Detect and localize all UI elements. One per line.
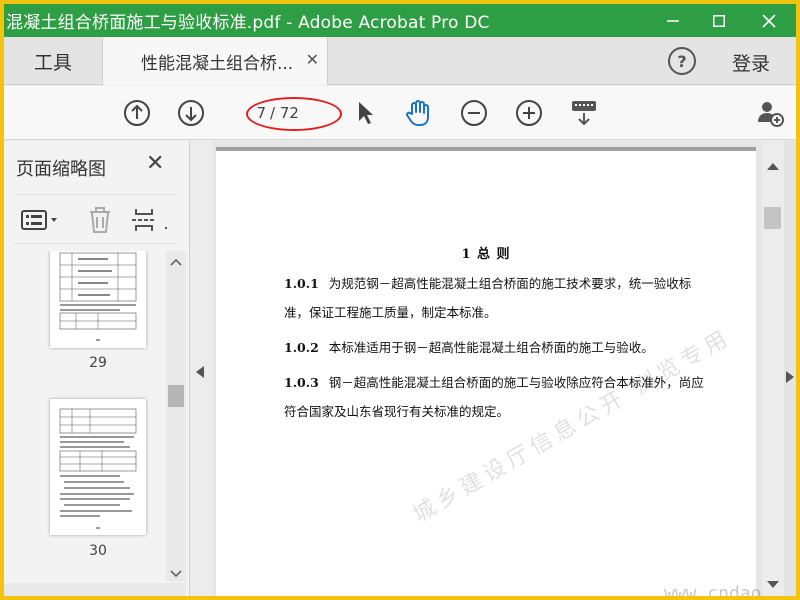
expand-right-pane-icon[interactable] bbox=[786, 371, 794, 383]
select-tool-button[interactable] bbox=[349, 97, 381, 129]
maximize-button[interactable] bbox=[696, 4, 742, 37]
pdf-page: 1 总 则 1.0.1 为规范钢－超高性能混凝土组合桥面的施工技术要求，统一验收标… bbox=[216, 147, 762, 596]
document-view[interactable]: 1 总 则 1.0.1 为规范钢－超高性能混凝土组合桥面的施工技术要求，统一验收标… bbox=[213, 141, 762, 596]
thumbnail-list: 29 30 bbox=[4, 251, 164, 596]
maximize-icon bbox=[713, 14, 725, 27]
panel-toolbar bbox=[14, 194, 176, 244]
close-window-button[interactable] bbox=[746, 4, 792, 37]
scroll-up-icon bbox=[170, 258, 182, 266]
next-page-button[interactable] bbox=[175, 97, 207, 129]
tab-bar: 工具 性能混凝土组合桥... ✕ ? 登录 bbox=[4, 37, 796, 85]
scroll-down-icon bbox=[170, 570, 182, 578]
document-scrollbar[interactable] bbox=[762, 141, 784, 596]
thumbnails-panel: 页面缩略图 ✕ 29 30 bbox=[4, 141, 190, 596]
prev-page-button[interactable] bbox=[121, 97, 153, 129]
page-29-preview bbox=[59, 252, 137, 341]
close-panel-icon[interactable]: ✕ bbox=[146, 151, 164, 176]
add-user-icon bbox=[758, 102, 784, 127]
thumbnail-page-29[interactable] bbox=[50, 251, 146, 348]
tab-document[interactable]: 性能混凝土组合桥... ✕ bbox=[102, 37, 328, 85]
document-scroll-thumb[interactable] bbox=[764, 207, 781, 229]
thumbnail-page-30[interactable] bbox=[50, 399, 146, 535]
close-tab-icon[interactable]: ✕ bbox=[306, 50, 319, 69]
thumbnail-label-30: 30 bbox=[89, 543, 107, 559]
close-icon bbox=[762, 13, 776, 28]
zoom-out-button[interactable] bbox=[458, 97, 490, 129]
hand-tool-icon bbox=[406, 100, 429, 126]
thumbnail-hscrollbar[interactable] bbox=[4, 583, 186, 596]
paragraph-text: 为规范钢－超高性能混凝土组合桥面的施工技术要求，统一验收标准，保证工程施工质量，… bbox=[284, 276, 692, 320]
select-tool-icon bbox=[359, 102, 373, 124]
paragraph-number: 1.0.3 bbox=[284, 375, 319, 390]
zoom-out-icon bbox=[461, 100, 487, 126]
paragraph-1: 1.0.1 为规范钢－超高性能混凝土组合桥面的施工技术要求，统一验收标准，保证工程… bbox=[284, 269, 704, 327]
page-number-input[interactable] bbox=[244, 101, 266, 125]
thumbnail-scrollbar[interactable] bbox=[166, 251, 186, 581]
total-pages: / 72 bbox=[270, 104, 299, 122]
tab-document-label: 性能混凝土组合桥... bbox=[141, 53, 294, 74]
split-page-button[interactable] bbox=[130, 205, 170, 235]
minimize-icon bbox=[667, 19, 679, 22]
site-watermark: www.cndao.com bbox=[664, 583, 762, 596]
hand-tool-button[interactable] bbox=[402, 97, 434, 129]
window-title: 混凝土组合桥面施工与验收标准.pdf - Adobe Acrobat Pro D… bbox=[6, 13, 490, 33]
page-navigator: / 72 bbox=[244, 99, 332, 127]
page-split-icon bbox=[132, 209, 168, 231]
paragraph-2: 1.0.2 本标准适用于钢－超高性能混凝土组合桥面的施工与验收。 bbox=[284, 333, 704, 362]
acrobat-window: 混凝土组合桥面施工与验收标准.pdf - Adobe Acrobat Pro D… bbox=[4, 4, 796, 596]
thumbnail-options-button[interactable] bbox=[20, 205, 60, 235]
panel-splitter[interactable] bbox=[191, 141, 213, 596]
paragraph-text: 本标准适用于钢－超高性能混凝土组合桥面的施工与验收。 bbox=[328, 340, 654, 355]
thumbnail-label-29: 29 bbox=[89, 355, 107, 371]
keyboard-button[interactable] bbox=[568, 97, 600, 129]
page-30-preview bbox=[59, 408, 137, 529]
right-pane-toggle[interactable] bbox=[784, 141, 796, 596]
trash-icon bbox=[90, 207, 110, 233]
keyboard-icon bbox=[572, 101, 596, 126]
paragraph-number: 1.0.2 bbox=[284, 340, 319, 355]
delete-page-button[interactable] bbox=[86, 205, 114, 235]
prev-page-icon bbox=[124, 100, 150, 126]
main-toolbar: / 72 bbox=[4, 86, 796, 140]
login-button[interactable]: 登录 bbox=[732, 49, 770, 76]
thumbnail-scroll-thumb[interactable] bbox=[168, 385, 184, 407]
section-heading: 1 总 则 bbox=[461, 247, 511, 262]
minimize-button[interactable] bbox=[650, 4, 696, 37]
collapse-panel-icon[interactable] bbox=[196, 366, 204, 378]
zoom-in-button[interactable] bbox=[513, 97, 545, 129]
zoom-in-icon bbox=[516, 100, 542, 126]
next-page-icon bbox=[178, 100, 204, 126]
help-button[interactable]: ? bbox=[668, 47, 696, 75]
panel-title: 页面缩略图 bbox=[16, 159, 106, 180]
scroll-up-icon[interactable] bbox=[767, 163, 779, 170]
add-user-button[interactable] bbox=[754, 97, 786, 129]
scroll-down-icon[interactable] bbox=[767, 581, 779, 588]
tab-tools[interactable]: 工具 bbox=[4, 37, 102, 85]
paragraph-number: 1.0.1 bbox=[284, 276, 319, 291]
list-options-icon bbox=[21, 210, 57, 230]
